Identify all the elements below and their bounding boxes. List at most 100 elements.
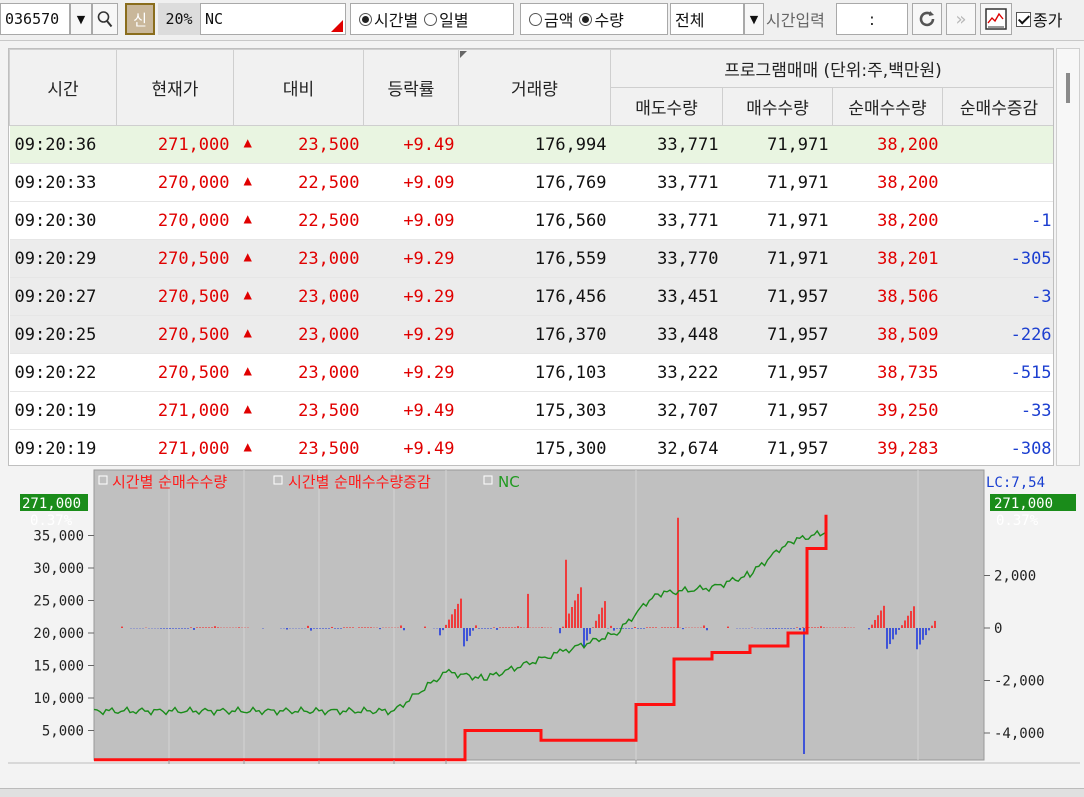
change-value: 23,500	[298, 400, 360, 421]
checkbox-icon[interactable]	[1016, 11, 1031, 27]
cell-sell-qty: 32,674	[610, 429, 723, 465]
cell-volume: 176,559	[458, 239, 611, 278]
right-axis-label: 0	[994, 621, 1002, 637]
new-badge[interactable]: 신	[125, 3, 155, 35]
header-price[interactable]: 현재가	[116, 49, 234, 126]
cell-volume: 176,994	[458, 125, 611, 164]
cell-price: 271,000	[116, 391, 234, 430]
cell-buy-qty: 71,971	[722, 201, 833, 240]
change-value: 23,000	[298, 362, 360, 383]
header-time[interactable]: 시간	[9, 49, 117, 126]
header-net-change[interactable]: 순매수증감	[941, 87, 1053, 126]
radio-time-icon[interactable]	[359, 12, 372, 26]
next-button[interactable]: »	[946, 3, 976, 35]
header-volume-label: 거래량	[511, 80, 558, 100]
header-net-qty[interactable]: 순매수수량	[832, 87, 943, 126]
radio-amount-label[interactable]: 금액	[544, 7, 573, 31]
cell-net-change: -305	[942, 239, 1053, 278]
cell-change: ▲ 23,000	[233, 353, 364, 392]
cell-time: 09:20:19	[9, 391, 117, 430]
unit-radio-group: 금액 수량	[520, 3, 668, 35]
radio-day-label[interactable]: 일별	[439, 7, 468, 31]
change-value: 22,500	[298, 210, 360, 231]
table-row[interactable]: 09:20:22 270,500 ▲ 23,000 +9.29 176,103 33,222…	[9, 353, 1053, 392]
cell-sell-qty: 32,707	[610, 391, 723, 430]
ratio-value: 20%	[165, 10, 193, 28]
table-row[interactable]: 09:20:30 270,000 ▲ 22,500 +9.09 176,560 33,771…	[9, 201, 1053, 240]
header-program-group: 프로그램매매 (단위:주,백만원)	[609, 49, 1053, 88]
table-body: 09:20:36 271,000 ▲ 23,500 +9.49 176,994 33,771…	[9, 125, 1053, 465]
table-row[interactable]: 09:20:25 270,500 ▲ 23,000 +9.29 176,370 33,448…	[9, 315, 1053, 354]
up-triangle-icon: ▲	[243, 325, 252, 341]
cell-sell-qty: 33,771	[610, 125, 723, 164]
code-dropdown-button[interactable]: ▼	[70, 3, 92, 35]
cell-time: 09:20:27	[9, 277, 117, 316]
cell-net-change: -515	[942, 353, 1053, 392]
period-radio-group: 시간별 일별	[350, 3, 514, 35]
close-price-label: 종가	[1033, 11, 1063, 30]
cell-net-qty: 38,506	[832, 277, 943, 316]
stock-code-input[interactable]: 036570	[0, 3, 70, 35]
close-price-checkbox[interactable]: 종가	[1016, 3, 1084, 35]
table-row[interactable]: 09:20:19 271,000 ▲ 23,500 +9.49 175,300 32,674…	[9, 429, 1053, 465]
cell-net-qty: 38,200	[832, 201, 943, 240]
scope-dropdown-button[interactable]: ▼	[744, 3, 764, 35]
cell-rate: +9.49	[363, 391, 459, 430]
chevron-down-icon: ▼	[76, 12, 86, 26]
search-button[interactable]	[92, 3, 118, 35]
table-row[interactable]: 09:20:27 270,500 ▲ 23,000 +9.29 176,456 33,451…	[9, 277, 1053, 316]
radio-qty-icon[interactable]	[579, 12, 593, 26]
cell-sell-qty: 33,770	[610, 239, 723, 278]
cell-price: 270,500	[116, 353, 234, 392]
time-input-field[interactable]: :	[836, 3, 908, 35]
cell-buy-qty: 71,957	[722, 391, 833, 430]
mini-chart-icon	[985, 8, 1007, 30]
radio-time-label[interactable]: 시간별	[374, 7, 418, 31]
left-axis-label: 20,000	[33, 626, 84, 642]
table-row[interactable]: 09:20:29 270,500 ▲ 23,000 +9.29 176,559 33,770…	[9, 239, 1053, 278]
program-trading-chart[interactable]: 시간별 순매수수량 시간별 순매수수량증감 NC 271,000 0.37% 3…	[8, 468, 1080, 764]
header-change[interactable]: 대비	[233, 49, 364, 126]
header-rate[interactable]: 등락률	[363, 49, 459, 126]
radio-amount-icon[interactable]	[529, 12, 542, 26]
cell-price: 270,000	[116, 201, 234, 240]
scope-select[interactable]: 전체	[670, 3, 744, 35]
stock-name-field[interactable]: NC	[200, 3, 346, 35]
scope-value: 전체	[675, 11, 705, 30]
cell-time: 09:20:22	[9, 353, 117, 392]
header-buy-qty[interactable]: 매수수량	[722, 87, 833, 126]
left-axis-label: 25,000	[33, 594, 84, 610]
cell-price: 270,000	[116, 163, 234, 202]
radio-qty-label[interactable]: 수량	[594, 7, 623, 31]
cell-price: 270,500	[116, 277, 234, 316]
header-sell-qty[interactable]: 매도수량	[610, 87, 723, 126]
cell-change: ▲ 23,500	[233, 391, 364, 430]
cell-net-qty: 38,735	[832, 353, 943, 392]
radio-day-icon[interactable]	[424, 12, 438, 26]
table-scrollbar[interactable]	[1056, 48, 1080, 466]
cell-time: 09:20:25	[9, 315, 117, 354]
cell-volume: 176,370	[458, 315, 611, 354]
scrollbar-thumb[interactable]	[1066, 73, 1070, 103]
left-axis-label: 30,000	[33, 561, 84, 577]
toolbar: 036570 ▼ 신 20% NC 시간별 일별 금액 수량 전체 ▼ 시간입력…	[0, 0, 1084, 41]
table-row[interactable]: 09:20:36 271,000 ▲ 23,500 +9.49 176,994 33,771…	[9, 125, 1053, 164]
cell-buy-qty: 71,971	[722, 163, 833, 202]
cell-net-qty: 38,201	[832, 239, 943, 278]
refresh-button[interactable]	[912, 3, 942, 35]
right-axis-label: -2,000	[994, 674, 1045, 690]
cell-volume: 175,300	[458, 429, 611, 465]
legend-nc: NC	[498, 473, 520, 491]
table-row[interactable]: 09:20:33 270,000 ▲ 22,500 +9.09 176,769 33,771…	[9, 163, 1053, 202]
cell-net-qty: 38,200	[832, 163, 943, 202]
left-pct-label: 0.37%	[30, 513, 73, 529]
cell-time: 09:20:30	[9, 201, 117, 240]
chart-toggle-button[interactable]	[980, 3, 1012, 35]
program-trading-table: 시간 현재가 대비 등락률 거래량 프로그램매매 (단위:주,백만원) 매도수량…	[8, 48, 1054, 466]
header-volume[interactable]: 거래량	[458, 49, 611, 126]
cell-change: ▲ 23,500	[233, 125, 364, 164]
cell-volume: 176,769	[458, 163, 611, 202]
right-axis-label: -4,000	[994, 726, 1045, 742]
cell-buy-qty: 71,957	[722, 277, 833, 316]
table-row[interactable]: 09:20:19 271,000 ▲ 23,500 +9.49 175,303 32,707…	[9, 391, 1053, 430]
